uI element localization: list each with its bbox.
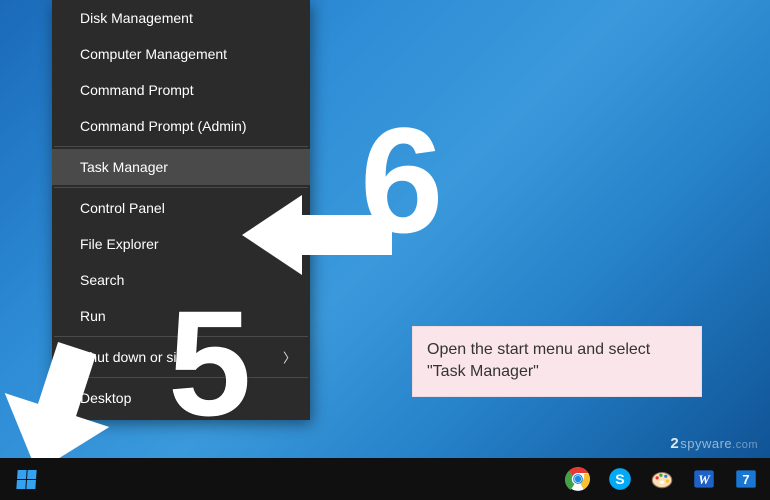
word-icon[interactable]: W bbox=[686, 461, 722, 497]
menu-item-command-prompt[interactable]: Command Prompt bbox=[52, 72, 310, 108]
menu-divider bbox=[54, 146, 308, 147]
menu-item-command-prompt-admin[interactable]: Command Prompt (Admin) bbox=[52, 108, 310, 144]
chevron-right-icon: 〉 bbox=[283, 348, 296, 367]
windows-logo-icon bbox=[16, 470, 36, 489]
menu-label: Command Prompt bbox=[80, 82, 194, 98]
desktop: 6 Disk Management Computer Management Co… bbox=[0, 0, 770, 500]
watermark-2: 2 bbox=[670, 435, 679, 452]
menu-label: Control Panel bbox=[80, 200, 165, 216]
paint-icon[interactable] bbox=[644, 461, 680, 497]
svg-text:S: S bbox=[615, 471, 624, 487]
seven-icon[interactable]: 7 bbox=[728, 461, 764, 497]
start-button[interactable] bbox=[4, 458, 48, 500]
instruction-text: Open the start menu and select "Task Man… bbox=[427, 341, 650, 380]
menu-label: Command Prompt (Admin) bbox=[80, 118, 247, 134]
instruction-callout: Open the start menu and select "Task Man… bbox=[412, 326, 702, 397]
watermark-com: .com bbox=[732, 439, 758, 451]
menu-label: Disk Management bbox=[80, 10, 193, 26]
menu-item-disk-management[interactable]: Disk Management bbox=[52, 0, 310, 36]
menu-item-task-manager[interactable]: Task Manager bbox=[52, 149, 310, 185]
chrome-icon[interactable] bbox=[560, 461, 596, 497]
annotation-arrow-left-icon bbox=[232, 190, 402, 280]
watermark: 2spyware.com bbox=[670, 435, 758, 452]
menu-label: Task Manager bbox=[80, 159, 168, 175]
svg-text:W: W bbox=[698, 472, 711, 487]
menu-label: Run bbox=[80, 308, 106, 324]
menu-divider bbox=[54, 187, 308, 188]
menu-label: File Explorer bbox=[80, 236, 159, 252]
skype-icon[interactable]: S bbox=[602, 461, 638, 497]
menu-item-computer-management[interactable]: Computer Management bbox=[52, 36, 310, 72]
annotation-step-number-5: 5 bbox=[168, 288, 251, 438]
watermark-mid: spyware bbox=[680, 436, 732, 451]
menu-label: Computer Management bbox=[80, 46, 227, 62]
svg-text:7: 7 bbox=[742, 472, 749, 487]
taskbar[interactable]: S W 7 bbox=[0, 458, 770, 500]
menu-label: Search bbox=[80, 272, 124, 288]
